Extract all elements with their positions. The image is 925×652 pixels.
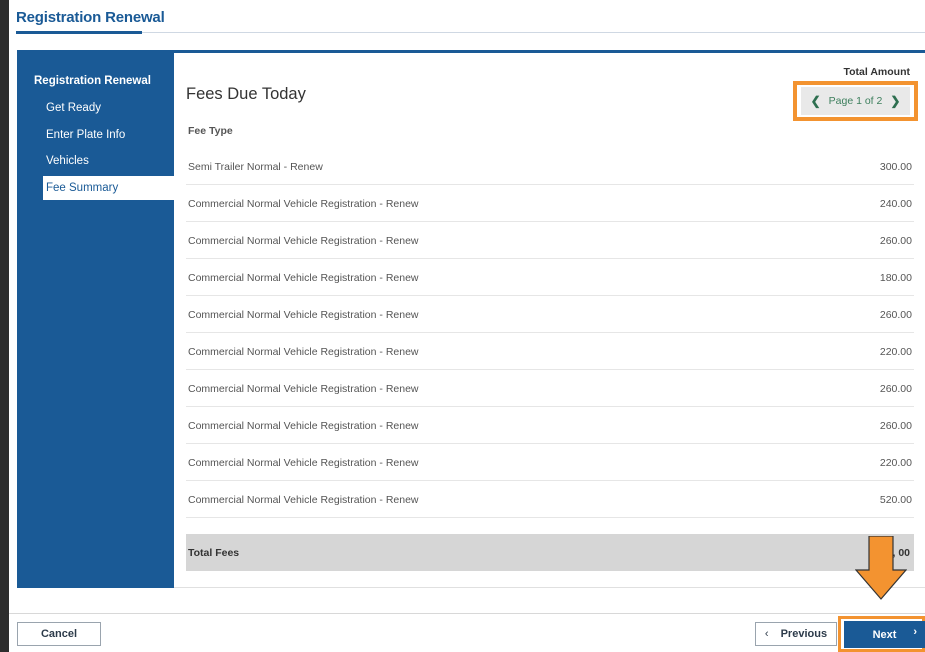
app-title: Registration Renewal [16, 9, 165, 26]
table-row: Commercial Normal Vehicle Registration -… [186, 296, 914, 333]
fee-type-cell: Commercial Normal Vehicle Registration -… [188, 383, 419, 395]
sidebar-item-enter-plate-info[interactable]: Enter Plate Info [17, 123, 174, 147]
previous-button-label: Previous [780, 628, 828, 640]
chevron-right-icon[interactable]: ❯ [886, 94, 904, 108]
column-header-fee-type: Fee Type [188, 125, 233, 137]
content-bottom-divider [174, 587, 925, 588]
next-button-label: Next [872, 628, 897, 641]
table-row: Commercial Normal Vehicle Registration -… [186, 333, 914, 370]
fee-amount-cell: 260.00 [879, 383, 912, 395]
sidebar-item-vehicles[interactable]: Vehicles [17, 149, 174, 173]
fee-type-cell: Commercial Normal Vehicle Registration -… [188, 420, 419, 432]
fee-amount-cell: 220.00 [879, 457, 912, 469]
pager-highlight: ❮ Page 1 of 2 ❯ [793, 81, 918, 121]
sidebar-item-fee-summary[interactable]: Fee Summary [43, 176, 174, 200]
footer-divider [9, 613, 925, 614]
previous-button[interactable]: ‹ Previous [755, 622, 837, 646]
down-arrow-icon [855, 536, 907, 600]
chevron-right-icon: › [913, 626, 917, 638]
fee-summary-panel: Fees Due Today ❮ Page 1 of 2 ❯ Fee Type … [174, 53, 925, 588]
total-fees-label: Total Fees [188, 547, 240, 559]
table-row: Semi Trailer Normal - Renew 300.00 [186, 148, 914, 185]
sidebar: Registration Renewal Get Ready Enter Pla… [17, 50, 174, 588]
column-header-total-amount: Total Amount [843, 66, 911, 78]
fee-amount-cell: 260.00 [879, 309, 912, 321]
chevron-left-icon[interactable]: ❮ [807, 94, 825, 108]
table-row: Commercial Normal Vehicle Registration -… [186, 222, 914, 259]
table-row: Commercial Normal Vehicle Registration -… [186, 185, 914, 222]
fee-type-cell: Commercial Normal Vehicle Registration -… [188, 494, 419, 506]
page-title: Fees Due Today [186, 85, 306, 103]
fee-amount-cell: 260.00 [879, 420, 912, 432]
pager: ❮ Page 1 of 2 ❯ [800, 87, 911, 115]
fee-amount-cell: 220.00 [879, 346, 912, 358]
fee-amount-cell: 240.00 [879, 198, 912, 210]
fee-type-cell: Commercial Normal Vehicle Registration -… [188, 272, 419, 284]
app-title-underline [16, 31, 142, 34]
sidebar-heading: Registration Renewal [34, 75, 151, 87]
fee-amount-cell: 520.00 [879, 494, 912, 506]
fee-type-cell: Commercial Normal Vehicle Registration -… [188, 309, 419, 321]
sidebar-item-get-ready[interactable]: Get Ready [17, 96, 174, 120]
table-row: Commercial Normal Vehicle Registration -… [186, 444, 914, 481]
pager-label: Page 1 of 2 [828, 95, 883, 107]
fee-type-cell: Commercial Normal Vehicle Registration -… [188, 235, 419, 247]
fee-table: Semi Trailer Normal - Renew 300.00 Comme… [186, 148, 914, 518]
app-header: Registration Renewal [9, 0, 925, 40]
fee-type-cell: Semi Trailer Normal - Renew [188, 161, 323, 173]
table-row: Commercial Normal Vehicle Registration -… [186, 259, 914, 296]
fee-amount-cell: 260.00 [879, 235, 912, 247]
chevron-left-icon: ‹ [764, 628, 769, 640]
window-frame [0, 0, 9, 652]
fee-type-cell: Commercial Normal Vehicle Registration -… [188, 346, 419, 358]
fee-amount-cell: 180.00 [879, 272, 912, 284]
next-button[interactable]: Next › [844, 621, 925, 648]
cancel-button[interactable]: Cancel [17, 622, 101, 646]
fee-type-cell: Commercial Normal Vehicle Registration -… [188, 198, 419, 210]
header-divider [142, 32, 925, 33]
total-fees-row: Total Fees 2, 00 [186, 534, 914, 571]
table-row: Commercial Normal Vehicle Registration -… [186, 481, 914, 518]
fee-type-cell: Commercial Normal Vehicle Registration -… [188, 457, 419, 469]
fee-amount-cell: 300.00 [879, 161, 912, 173]
table-row: Commercial Normal Vehicle Registration -… [186, 407, 914, 444]
table-row: Commercial Normal Vehicle Registration -… [186, 370, 914, 407]
